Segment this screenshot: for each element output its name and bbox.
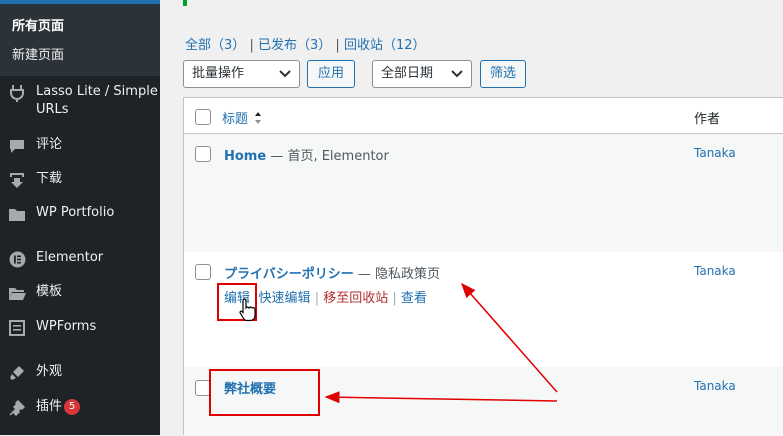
annotation-arrows <box>324 282 558 404</box>
arrow-to-about-title <box>324 391 558 404</box>
arrow-to-privacy-row <box>461 282 558 393</box>
hand-cursor-icon <box>239 298 256 322</box>
